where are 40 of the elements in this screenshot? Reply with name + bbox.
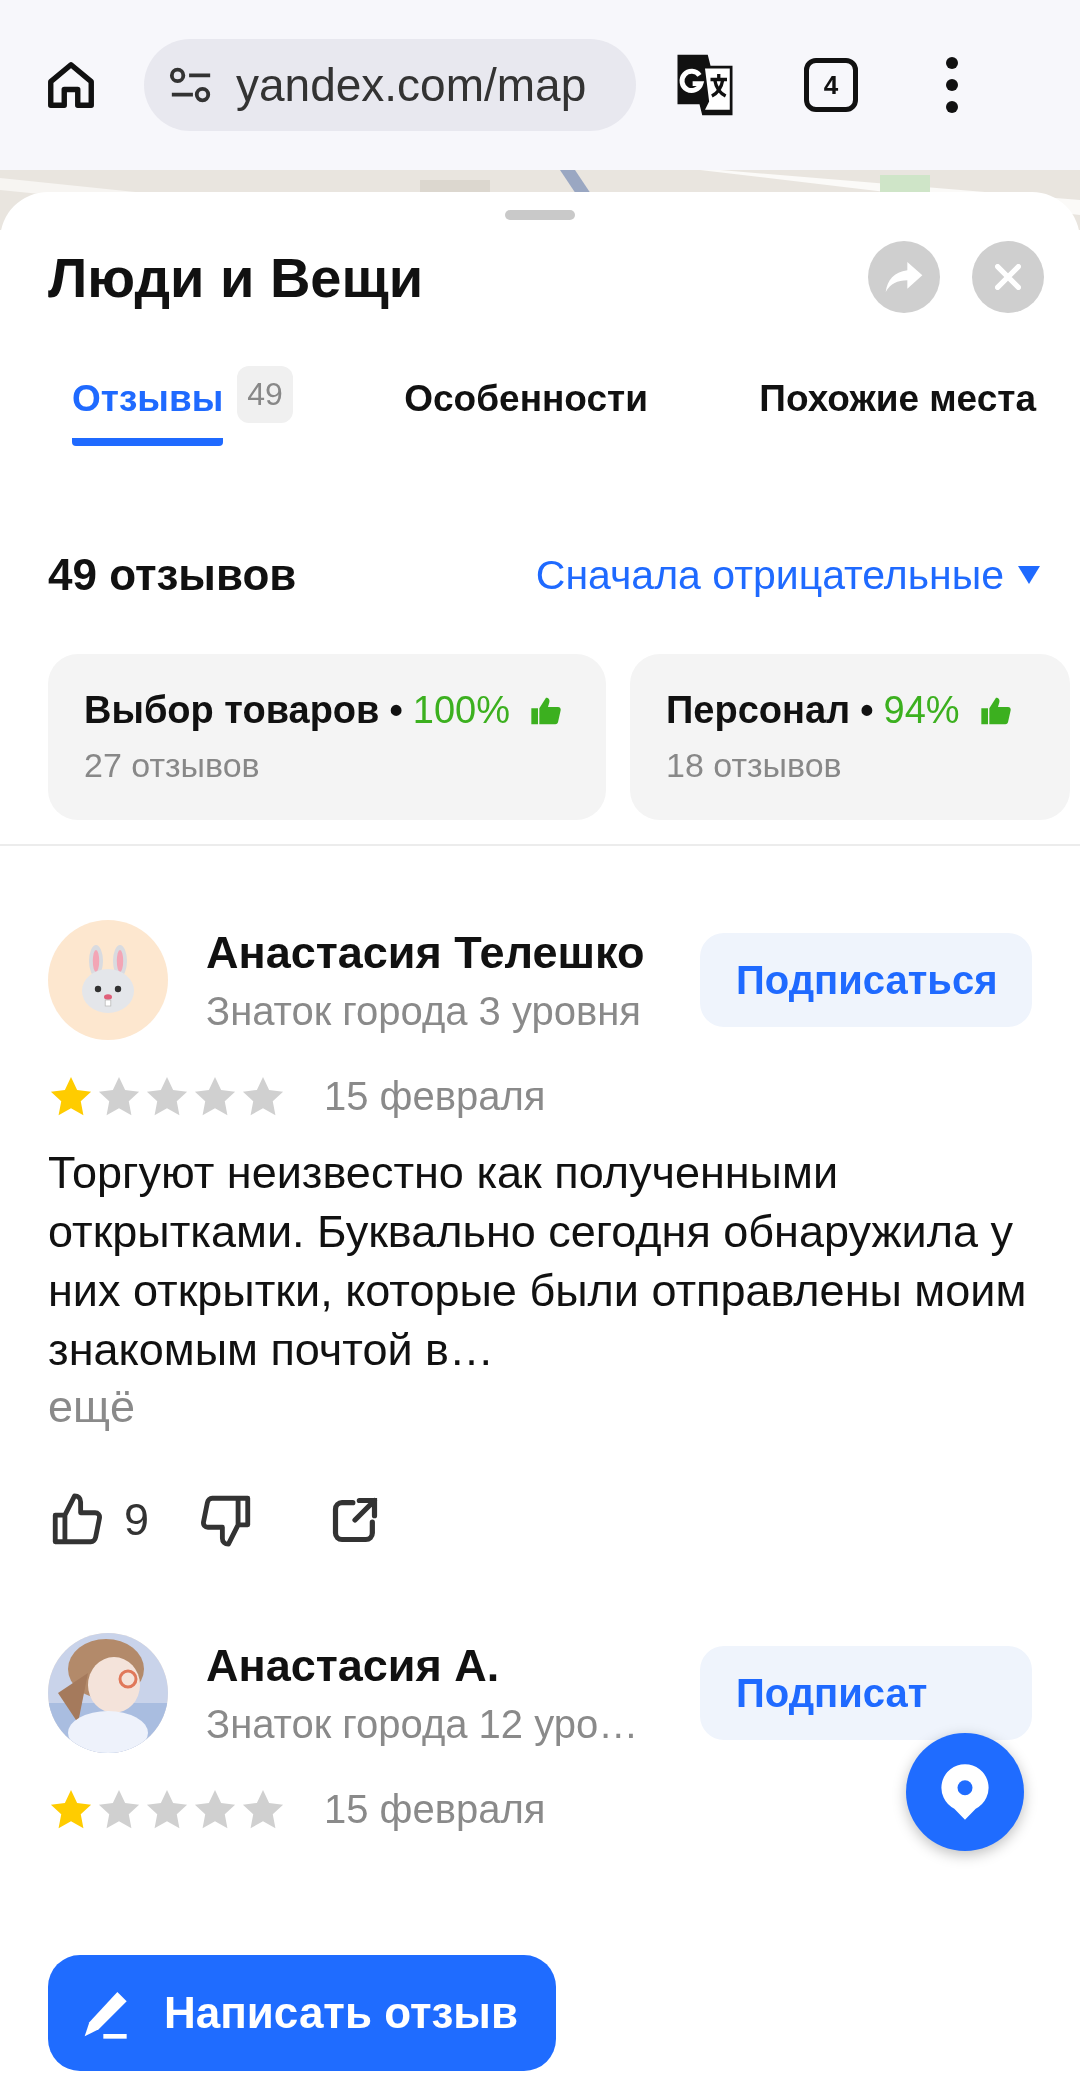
- tab[interactable]: Отзывы 49: [72, 366, 293, 450]
- aspect-review-count: 27 отзывов: [84, 746, 261, 785]
- aspect-name: Персонал: [666, 689, 851, 732]
- like-count: 9: [124, 1494, 150, 1546]
- tab-count[interactable]: 4: [804, 58, 858, 112]
- location-button[interactable]: [906, 1733, 1024, 1851]
- place-title: Люди и Вещи: [48, 244, 425, 310]
- share-icon: [884, 260, 924, 294]
- address-bar[interactable]: yandex.com/map: [144, 39, 636, 131]
- review-date: 15 февраля: [324, 1787, 546, 1832]
- review-date: 15 февраля: [324, 1074, 546, 1119]
- drag-handle[interactable]: [505, 210, 575, 220]
- review-text: Торгуют неизвестно как полученными открытками. Буквально сегодня обнаружила у них открытки, которые были отправлены моим знакомым почтой в…: [48, 1146, 1028, 1377]
- aspect-card[interactable]: Персонал • 94% 18 отзывов: [630, 654, 1070, 820]
- url-text: yandex.com/map: [236, 58, 587, 112]
- aspect-review-count: 18 отзывов: [666, 746, 843, 785]
- review-count: 49 отзывов: [48, 550, 297, 600]
- close-icon: [995, 264, 1021, 290]
- write-review-button[interactable]: Написать отзыв: [48, 1955, 556, 2071]
- subscribe-button[interactable]: Подписат: [700, 1646, 1032, 1740]
- separator-dot: •: [389, 689, 403, 732]
- thumbs-up-icon: [979, 695, 1012, 726]
- menu-icon[interactable]: [944, 55, 960, 115]
- count-badge: 49: [237, 366, 293, 423]
- aspect-percent: 94%: [883, 689, 960, 732]
- caret-icon: [1018, 566, 1040, 584]
- author-level: Знаток города 12 уро…: [206, 1701, 640, 1747]
- author-name[interactable]: Анастасия А.: [206, 1639, 700, 1692]
- separator-dot: •: [860, 689, 874, 732]
- tab[interactable]: Особенности: [404, 366, 648, 450]
- tab[interactable]: Похожие места: [759, 366, 1036, 450]
- aspect-percent: 100%: [412, 689, 510, 732]
- aspect-card[interactable]: Выбор товаров • 100% 27 отзывов: [48, 654, 606, 820]
- subscribe-button[interactable]: Подписаться: [700, 933, 1032, 1027]
- author-level: Знаток города 3 уровня: [206, 988, 643, 1034]
- aspect-name: Выбор товаров: [84, 689, 380, 732]
- author-name[interactable]: Анастасия Телешко: [206, 926, 700, 979]
- location-pin-icon: [939, 1762, 991, 1822]
- sort-dropdown[interactable]: Сначала отрицательные: [535, 551, 1040, 599]
- thumbs-up-icon: [529, 695, 562, 726]
